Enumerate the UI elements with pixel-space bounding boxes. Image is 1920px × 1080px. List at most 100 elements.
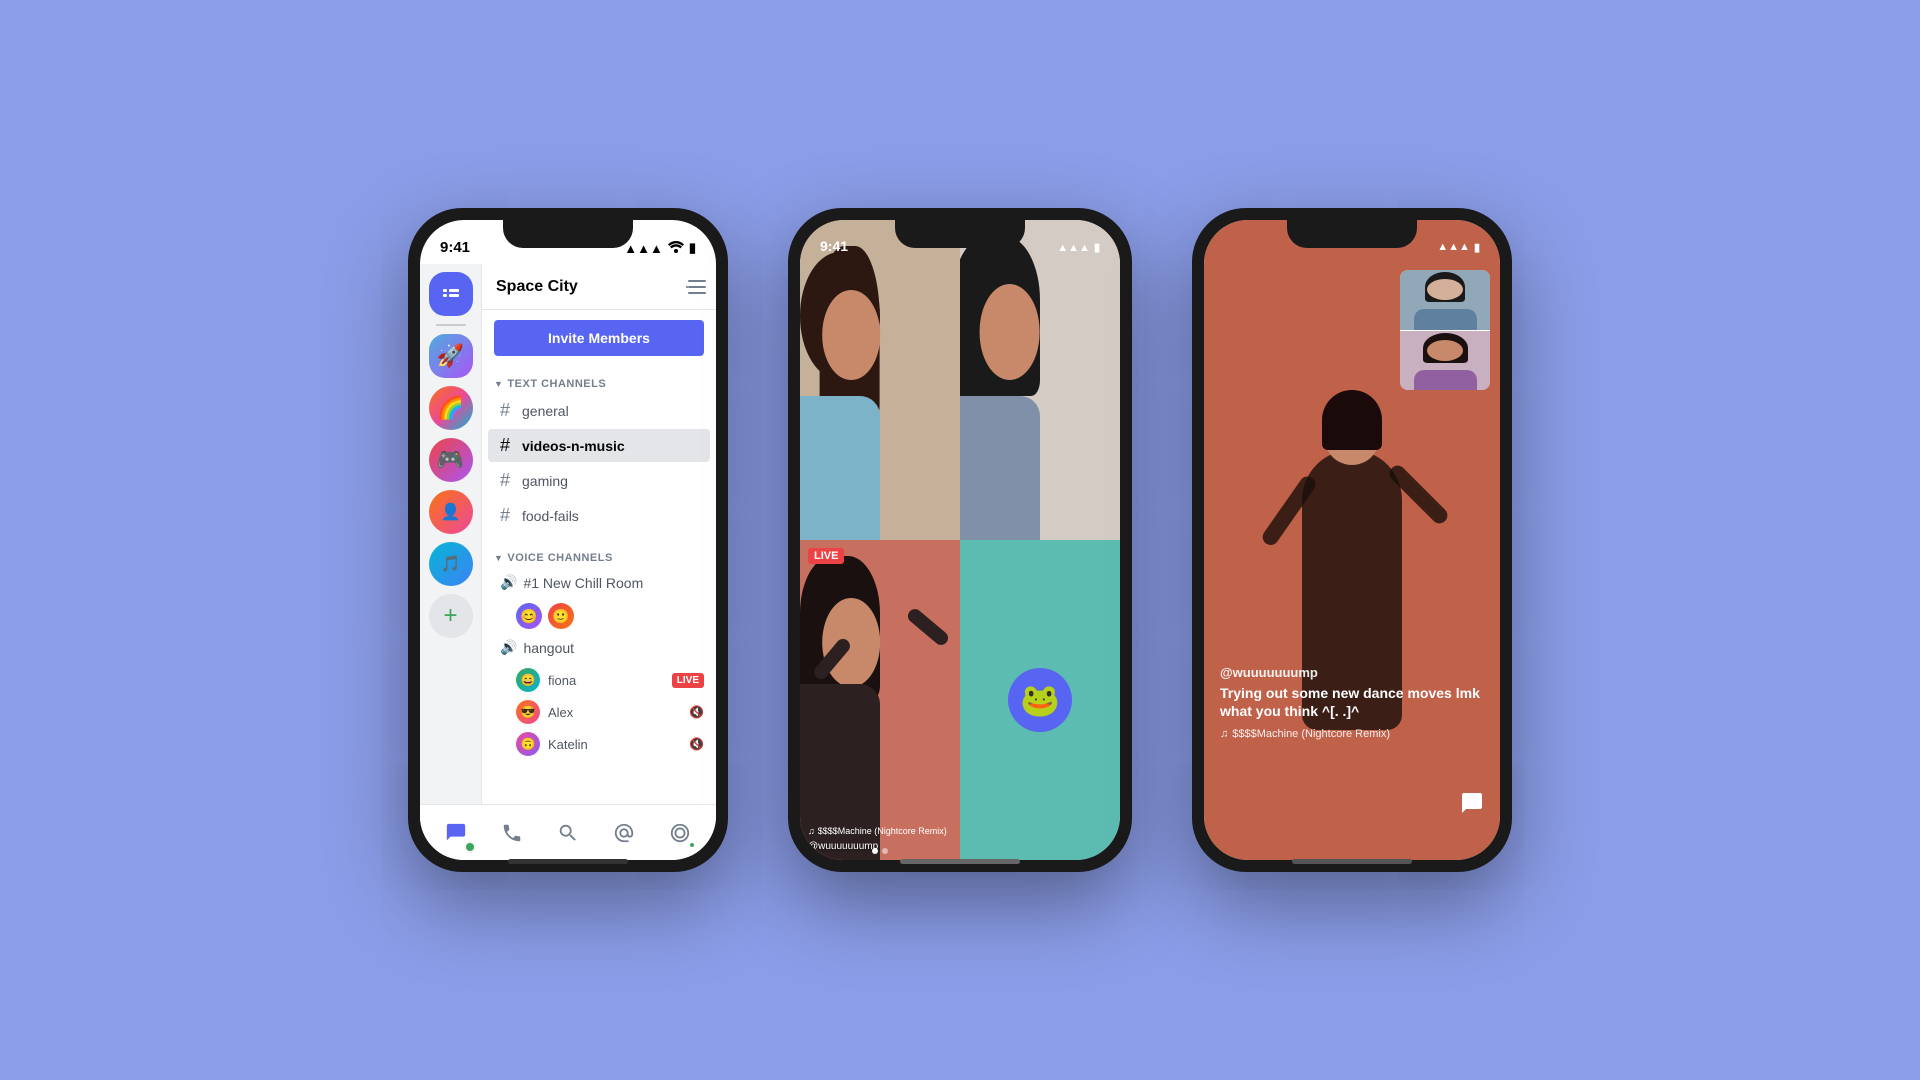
- phone-2: 9:41 ▲▲▲ ▮: [788, 208, 1132, 872]
- server-icon-4[interactable]: 👤: [429, 490, 473, 534]
- phone-notch-3: [1287, 220, 1417, 248]
- status-icons-3: ▲▲▲ ▮: [1437, 241, 1480, 254]
- phone-notch-1: [503, 220, 633, 248]
- pip-body-2: [1414, 370, 1477, 390]
- fiona-avatar: 😄: [516, 668, 540, 692]
- pip-top-cell: [1400, 270, 1490, 330]
- phone3-overlay-text: @wuuuuuuump Trying out some new dance mo…: [1220, 665, 1484, 740]
- battery-3: ▮: [1474, 241, 1480, 254]
- voice-user-katelin: 🙃 Katelin 🔇: [482, 728, 716, 760]
- voice-section-arrow: ▼: [494, 553, 503, 563]
- invite-members-button[interactable]: Invite Members: [494, 320, 704, 356]
- video-cell-bottomleft: LIVE @wuuuuuuump ♫ $$$$Machine (Nightcor…: [800, 540, 960, 860]
- video-music-overlay: ♫ $$$$Machine (Nightcore Remix): [808, 826, 947, 836]
- server-icon-5[interactable]: 🎵: [429, 542, 473, 586]
- status-icons: ▲▲▲ ▮: [624, 240, 696, 256]
- katelin-avatar-face: 🙃: [516, 732, 540, 756]
- alex-muted-icon: 🔇: [689, 705, 704, 719]
- voice-channel-chill[interactable]: 🔊 #1 New Chill Room: [488, 568, 710, 597]
- live-badge-cell: LIVE: [808, 548, 844, 564]
- battery-2: ▮: [1094, 241, 1100, 254]
- channel-item-gaming[interactable]: # gaming: [488, 464, 710, 497]
- section-arrow: ▼: [494, 379, 503, 389]
- voice-user-fiona: 😄 fiona LIVE: [482, 664, 716, 696]
- dancer-hair: [1322, 390, 1382, 450]
- channel-content: Space City ··· Invite Memb: [482, 264, 716, 860]
- server-emoji-2: 🌈: [437, 395, 464, 421]
- hamburger-button[interactable]: [682, 272, 712, 305]
- nav-search[interactable]: [546, 811, 590, 855]
- fiona-left: 😄 fiona: [516, 668, 576, 692]
- dot-1: [872, 848, 878, 854]
- plus-icon: +: [443, 602, 457, 630]
- channel-name-general: general: [522, 403, 569, 419]
- time-display: 9:41: [440, 239, 470, 256]
- voice-channel-name-1: #1 New Chill Room: [523, 575, 643, 591]
- dancer-left-arm: [1260, 473, 1319, 548]
- hash-icon-food: #: [500, 505, 516, 526]
- server-name: Space City: [496, 278, 578, 296]
- channel-list: Space City ··· Invite Memb: [482, 264, 716, 760]
- voice-user-alex: 😎 Alex 🔇: [482, 696, 716, 728]
- signal-3: ▲▲▲: [1437, 241, 1470, 254]
- nav-discover[interactable]: [658, 811, 702, 855]
- fiona-live-badge: LIVE: [672, 673, 704, 688]
- pip-person-bottom: [1400, 331, 1490, 390]
- channel-name-food: food-fails: [522, 508, 579, 524]
- server-icon-1[interactable]: 🚀: [429, 334, 473, 378]
- phone-1: 9:41 ▲▲▲ ▮: [408, 208, 728, 872]
- channel-item-food[interactable]: # food-fails: [488, 499, 710, 532]
- katelin-muted-icon: 🔇: [689, 737, 704, 751]
- rail-divider: [436, 324, 466, 326]
- chat-button[interactable]: [1460, 791, 1484, 820]
- time-2: 9:41: [820, 238, 848, 254]
- channel-name-gaming: gaming: [522, 473, 568, 489]
- pip-face-1: [1427, 279, 1463, 300]
- home-server-icon[interactable]: [429, 272, 473, 316]
- hash-icon-videos: #: [500, 435, 516, 456]
- channel-item-general[interactable]: # general: [488, 394, 710, 427]
- status-icons-2: ▲▲▲ ▮: [1057, 241, 1100, 254]
- alex-left: 😎 Alex: [516, 700, 573, 724]
- katelin-avatar: 🙃: [516, 732, 540, 756]
- voice-chill-avatars: 😊 🙂: [482, 599, 716, 633]
- pip-face-2: [1427, 340, 1463, 361]
- music-name: $$$$Machine (Nightcore Remix): [1232, 728, 1390, 740]
- pip-person-top: [1400, 270, 1490, 330]
- wifi-icon: [668, 241, 684, 256]
- signal-2: ▲▲▲: [1057, 242, 1090, 254]
- hash-icon-general: #: [500, 400, 516, 421]
- dancer-right-arm: [1386, 462, 1450, 526]
- frog-avatar: 🐸: [1008, 668, 1072, 732]
- avatar-face-1b: 🙂: [552, 608, 569, 625]
- channel-item-videos[interactable]: # videos-n-music: [488, 429, 710, 462]
- nav-mention[interactable]: [602, 811, 646, 855]
- hash-icon-gaming: #: [500, 470, 516, 491]
- channel-name-videos: videos-n-music: [522, 438, 625, 454]
- server-icon-2[interactable]: 🌈: [429, 386, 473, 430]
- avatar-face-1a: 😊: [520, 608, 537, 625]
- nav-phone[interactable]: [490, 811, 534, 855]
- overlay-caption: Trying out some new dance moves lmk what…: [1220, 684, 1484, 720]
- person-topleft: [800, 220, 960, 540]
- server-icon-3[interactable]: 🎮: [429, 438, 473, 482]
- server-emoji-3: 🎮: [437, 447, 464, 473]
- overlay-music: ♫ $$$$Machine (Nightcore Remix): [1220, 728, 1484, 740]
- person-bottomleft: [800, 540, 960, 860]
- video-cell-topright: [960, 220, 1120, 540]
- alex-avatar-face: 😎: [521, 705, 536, 719]
- server-emoji-1: 🚀: [437, 343, 464, 369]
- voice-channel-name-2: hangout: [523, 640, 574, 656]
- text-channels-header: ▼ TEXT CHANNELS: [482, 366, 716, 394]
- fiona-avatar-face: 😄: [521, 673, 536, 687]
- server-emoji-4: 👤: [441, 502, 461, 522]
- battery-icon: ▮: [689, 240, 696, 256]
- add-server-button[interactable]: +: [429, 594, 473, 638]
- home-indicator-2: [900, 859, 1020, 864]
- voice-channel-hangout[interactable]: 🔊 hangout: [488, 633, 710, 662]
- server-rail: 🚀 🌈 🎮 👤 🎵: [420, 264, 482, 860]
- home-indicator-3: [1292, 859, 1412, 864]
- music-track-name: $$$$Machine (Nightcore Remix): [818, 826, 947, 836]
- video-username-overlay: @wuuuuuuump: [808, 841, 878, 852]
- phone-notch-2: [895, 220, 1025, 248]
